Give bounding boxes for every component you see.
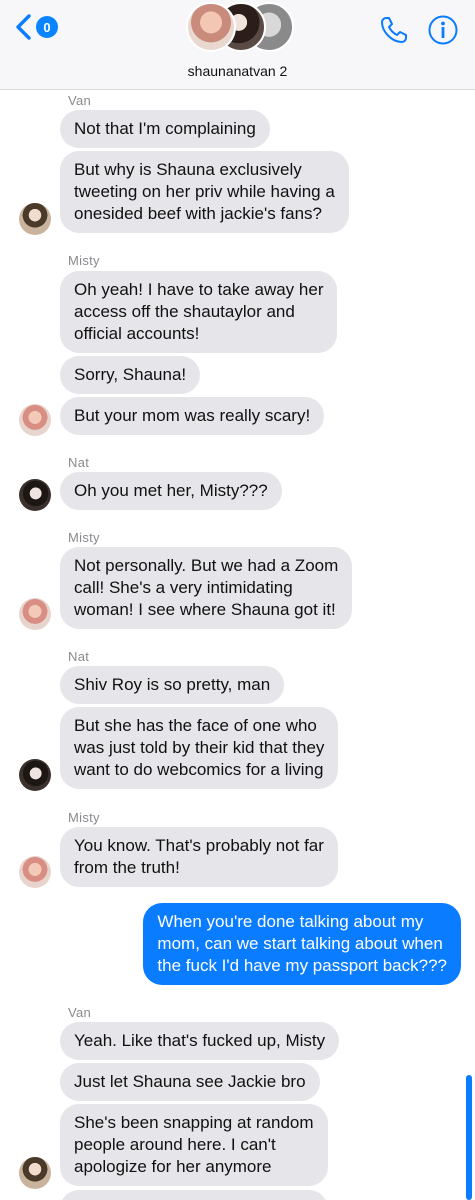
message-bubble[interactable]: Shiv Roy is so pretty, man (60, 666, 285, 704)
sender-name: Nat (68, 455, 90, 470)
avatar[interactable] (19, 479, 51, 511)
message-bubble[interactable]: You know. That's probably not far from t… (60, 827, 338, 887)
phone-icon[interactable] (378, 14, 410, 46)
message-bubble[interactable]: Yeah. Like that's fucked up, Misty (60, 1022, 340, 1060)
sender-name: Misty (68, 253, 100, 268)
group-avatars[interactable] (186, 2, 296, 52)
sender-name: Nat (68, 649, 90, 664)
group-name[interactable]: shaunanatvan 2 (0, 63, 475, 79)
message-bubble[interactable]: She's been snapping at random people aro… (60, 1104, 328, 1186)
sender-name: Van (68, 1005, 92, 1020)
avatar[interactable] (19, 1157, 51, 1189)
sender-name: Misty (68, 810, 100, 825)
scrollbar[interactable] (466, 1075, 472, 1200)
avatar (186, 2, 236, 52)
avatar[interactable] (19, 856, 51, 888)
chevron-left-icon (16, 14, 31, 40)
message-bubble[interactable]: Oh yeah! I have to take away her access … (60, 271, 338, 353)
sender-name: Van (68, 93, 92, 108)
message-bubble[interactable]: Sorry, Shauna! (60, 356, 201, 394)
back-button[interactable]: 0 (14, 12, 58, 42)
message-bubble[interactable]: But your mom was really scary! (60, 397, 325, 435)
avatar[interactable] (19, 203, 51, 235)
unread-badge: 0 (36, 16, 58, 38)
message-bubble[interactable]: She's been snapping at random (60, 1190, 328, 1200)
message-bubble[interactable]: Oh you met her, Misty??? (60, 472, 282, 510)
sender-name: Misty (68, 530, 100, 545)
conversation-header: 0 shaunanatvan 2 (0, 0, 475, 90)
avatar[interactable] (19, 759, 51, 791)
info-icon[interactable] (427, 14, 459, 46)
message-bubble[interactable]: Not that I'm complaining (60, 110, 270, 148)
message-bubble[interactable]: Just let Shauna see Jackie bro (60, 1063, 320, 1101)
outgoing-message-bubble[interactable]: When you're done talking about my mom, c… (143, 903, 461, 985)
message-bubble[interactable]: But why is Shauna exclusively tweeting o… (60, 151, 349, 233)
avatar[interactable] (19, 404, 51, 436)
message-bubble[interactable]: But she has the face of one who was just… (60, 707, 339, 789)
message-bubble[interactable]: Not personally. But we had a Zoom call! … (60, 547, 353, 629)
avatar[interactable] (19, 598, 51, 630)
